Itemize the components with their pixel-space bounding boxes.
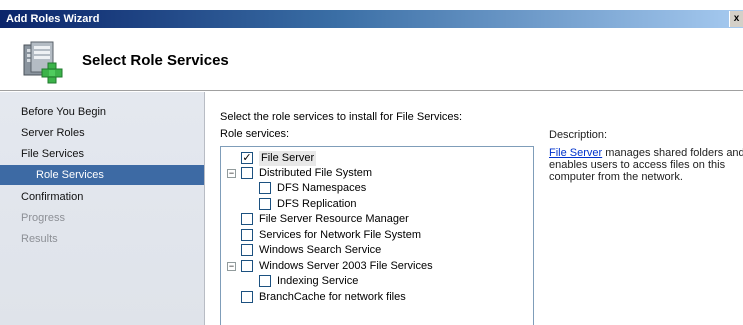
collapse-icon[interactable]: −: [227, 169, 236, 178]
tree-row-windows-search-service[interactable]: Windows Search Service: [241, 243, 531, 258]
close-button[interactable]: x: [729, 11, 743, 27]
main-content: Select the role services to install for …: [206, 92, 743, 325]
nav-item-role-services[interactable]: Role Services: [0, 165, 204, 185]
tree-row-label: Indexing Service: [277, 275, 359, 287]
nav-item-server-roles[interactable]: Server Roles: [0, 123, 204, 143]
description-label: Description:: [549, 129, 608, 141]
indexing-service-checkbox[interactable]: [259, 275, 271, 287]
tree-row-label: DFS Namespaces: [277, 182, 367, 194]
ws2003-file-services-checkbox[interactable]: [241, 260, 253, 272]
tree-row-dfs-namespaces[interactable]: DFS Namespaces: [259, 181, 529, 196]
tree-row-windows-server-2003-file-services[interactable]: − Windows Server 2003 File Services: [227, 259, 531, 274]
wizard-header: Select Role Services: [0, 28, 743, 91]
tree-row-file-server[interactable]: ✓ File Server: [241, 151, 531, 166]
role-services-label: Role services:: [220, 128, 290, 140]
tree-row-services-for-nfs[interactable]: Services for Network File System: [241, 228, 531, 243]
nav-item-results: Results: [21, 233, 58, 245]
tree-row-dfs-replication[interactable]: DFS Replication: [259, 197, 529, 212]
tree-row-branchcache[interactable]: BranchCache for network files: [241, 290, 531, 305]
tree-row-label: BranchCache for network files: [259, 291, 406, 303]
wizard-steps-nav: Before You Begin Server Roles File Servi…: [0, 92, 205, 325]
tree-row-file-server-resource-manager[interactable]: File Server Resource Manager: [241, 212, 531, 227]
nfs-checkbox[interactable]: [241, 229, 253, 241]
server-add-icon: [23, 41, 63, 84]
branchcache-checkbox[interactable]: [241, 291, 253, 303]
tree-row-indexing-service[interactable]: Indexing Service: [259, 274, 529, 289]
windows-search-checkbox[interactable]: [241, 244, 253, 256]
dfs-namespaces-checkbox[interactable]: [259, 182, 271, 194]
tree-row-label: File Server Resource Manager: [259, 213, 409, 225]
page-title: Select Role Services: [82, 52, 229, 69]
collapse-icon[interactable]: −: [227, 262, 236, 271]
tree-row-distributed-file-system[interactable]: − Distributed File System: [227, 166, 527, 181]
nav-item-confirmation[interactable]: Confirmation: [0, 187, 204, 207]
description-text: File Server manages shared folders and e…: [549, 147, 743, 183]
tree-row-label: Windows Server 2003 File Services: [259, 260, 433, 272]
window-titlebar: Add Roles Wizard x: [0, 10, 743, 28]
file-server-link[interactable]: File Server: [549, 147, 602, 159]
file-server-checkbox[interactable]: ✓: [241, 152, 253, 164]
role-services-tree[interactable]: ✓ File Server − Distributed File System …: [220, 146, 534, 325]
window-title: Add Roles Wizard: [6, 13, 100, 25]
tree-row-label: DFS Replication: [277, 198, 357, 210]
nav-item-progress: Progress: [21, 212, 66, 224]
tree-row-label: Distributed File System: [259, 167, 373, 179]
tree-row-label: Services for Network File System: [259, 229, 421, 241]
fsrm-checkbox[interactable]: [241, 213, 253, 225]
instruction-text: Select the role services to install for …: [220, 111, 463, 123]
dfs-replication-checkbox[interactable]: [259, 198, 271, 210]
nav-item-before-you-begin[interactable]: Before You Begin: [0, 102, 204, 122]
tree-row-label: File Server: [259, 151, 317, 166]
nav-item-file-services[interactable]: File Services: [0, 144, 204, 164]
tree-row-label: Windows Search Service: [259, 244, 382, 256]
distributed-file-system-checkbox[interactable]: [241, 167, 253, 179]
